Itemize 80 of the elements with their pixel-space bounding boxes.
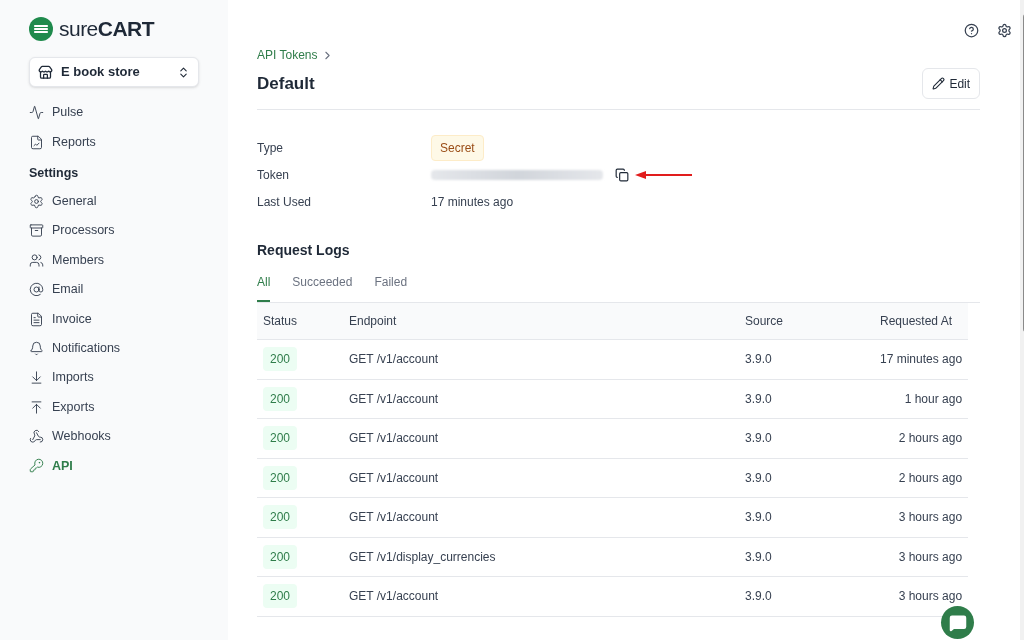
gear-icon — [29, 193, 44, 209]
arrow-icon — [635, 170, 693, 179]
table-cell-text: GET /v1/account — [349, 390, 440, 408]
table-cell-text: 3.9.0 — [745, 548, 773, 566]
store-switcher[interactable]: E book store — [29, 57, 199, 87]
table-cell-text: 3 hours ago — [897, 509, 963, 527]
table-cell-text: 3.9.0 — [745, 351, 773, 369]
logo-icon — [29, 17, 53, 41]
sidebar-item[interactable]: Exports — [29, 392, 199, 422]
table-cell-text: 17 minutes ago — [880, 351, 963, 369]
table-cell-text: GET /v1/account — [349, 430, 440, 448]
copy-icon[interactable] — [615, 167, 629, 182]
status-tag: 200 — [263, 584, 298, 609]
table-cell-text: 1 hour ago — [903, 390, 963, 408]
sidebar-item[interactable]: API — [29, 451, 199, 481]
table-cell-text: 2 hours ago — [897, 430, 963, 448]
breadcrumb-link[interactable]: API Tokens — [257, 46, 318, 64]
webhook-icon — [29, 429, 44, 445]
edit-button[interactable]: Edit — [922, 68, 981, 99]
table-cell-text: 2 hours ago — [897, 469, 963, 487]
document-icon — [29, 311, 44, 327]
table-cell-text: 3 hours ago — [897, 548, 963, 566]
filter-tab[interactable]: Succeeded — [292, 273, 353, 302]
sidebar-item[interactable]: Pulse — [29, 98, 199, 128]
chat-icon — [948, 613, 967, 632]
sidebar-item[interactable]: General — [29, 186, 199, 217]
table-cell-text: GET /v1/account — [349, 469, 440, 487]
section-heading: Settings — [29, 165, 80, 183]
status-tag: 200 — [263, 347, 298, 372]
detail-value: 17 minutes ago — [431, 193, 514, 211]
table-cell-text: GET /v1/account — [349, 588, 440, 606]
key-icon — [29, 458, 44, 474]
detail-label: Token — [257, 166, 291, 184]
sidebar-item[interactable]: Imports — [29, 363, 199, 393]
table-cell-text: GET /v1/account — [349, 351, 440, 369]
table-cell-text: GET /v1/account — [349, 509, 440, 527]
download-icon — [29, 370, 44, 386]
pulse-icon — [29, 105, 44, 121]
sidebar-item[interactable]: Members — [29, 245, 199, 275]
store-icon — [38, 64, 53, 80]
at-sign-icon — [29, 282, 44, 298]
sidebar-item[interactable]: Processors — [29, 216, 199, 246]
section-title: Request Logs — [257, 241, 351, 260]
filter-tab[interactable]: Failed — [374, 273, 408, 302]
archive-icon — [29, 223, 44, 239]
page-title: Default — [257, 72, 315, 95]
status-tag: 200 — [263, 505, 298, 530]
chat-button[interactable] — [941, 606, 975, 639]
brand-name: sureCART — [59, 16, 154, 43]
upload-icon — [29, 399, 44, 415]
settings-icon[interactable] — [997, 23, 1013, 38]
status-tag: 200 — [263, 386, 298, 411]
chevrons-icon — [177, 65, 190, 79]
column-header: Source — [745, 313, 785, 330]
bell-icon — [29, 340, 44, 356]
table-cell-text: 3.9.0 — [745, 509, 773, 527]
status-tag: 200 — [263, 426, 298, 451]
table-cell-text: 3.9.0 — [745, 469, 773, 487]
table-cell-text: 3 hours ago — [897, 588, 963, 606]
type-tag: Secret — [431, 134, 484, 161]
report-icon — [29, 134, 44, 150]
pencil-icon — [932, 77, 946, 90]
column-header: Requested At — [880, 313, 954, 330]
detail-label: Type — [257, 139, 284, 157]
status-tag: 200 — [263, 465, 298, 490]
detail-label: Last Used — [257, 193, 313, 211]
sidebar-item[interactable]: Notifications — [29, 333, 199, 364]
help-icon[interactable] — [964, 23, 980, 38]
table-cell-text: 3.9.0 — [745, 588, 773, 606]
table-cell-text: 3.9.0 — [745, 430, 773, 448]
status-tag: 200 — [263, 544, 298, 569]
sidebar-item[interactable]: Webhooks — [29, 421, 199, 452]
sidebar-item[interactable]: Email — [29, 274, 199, 305]
column-header: Status — [263, 313, 299, 330]
table-cell-text: GET /v1/display_currencies — [349, 548, 497, 566]
column-header: Endpoint — [349, 313, 398, 330]
table-cell-text: 3.9.0 — [745, 390, 773, 408]
sidebar-item[interactable]: Invoice — [29, 304, 199, 334]
users-icon — [29, 252, 44, 268]
sidebar-item[interactable]: Reports — [29, 127, 199, 157]
